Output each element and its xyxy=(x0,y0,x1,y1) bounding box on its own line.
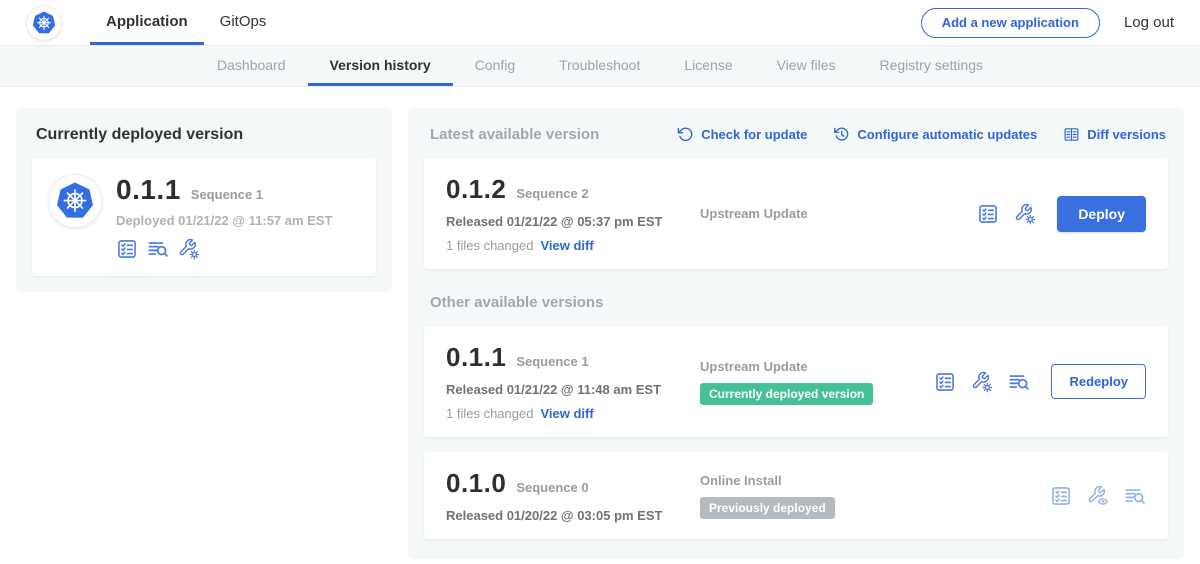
app-subnav: Dashboard Version history Config Trouble… xyxy=(0,46,1200,87)
subnav-registry-settings[interactable]: Registry settings xyxy=(858,46,1005,86)
subnav-dashboard[interactable]: Dashboard xyxy=(195,46,308,86)
kubernetes-logo-icon xyxy=(26,5,62,41)
view-diff-link[interactable]: View diff xyxy=(540,238,593,253)
released-timestamp: Released 01/21/22 @ 11:48 am EST xyxy=(446,382,678,397)
view-config-icon[interactable] xyxy=(1087,485,1109,507)
view-logs-icon[interactable] xyxy=(1008,371,1030,393)
currently-deployed-title: Currently deployed version xyxy=(36,126,376,144)
version-number: 0.1.1 xyxy=(446,342,506,373)
released-timestamp: Released 01/21/22 @ 05:37 pm EST xyxy=(446,214,678,229)
sequence-label: Sequence 0 xyxy=(516,480,588,495)
edit-config-icon[interactable] xyxy=(971,371,993,393)
version-source-label: Online Install xyxy=(700,473,1050,488)
subnav-config[interactable]: Config xyxy=(453,46,537,86)
version-number: 0.1.0 xyxy=(446,468,506,499)
version-history-panel: Latest available version Check for updat… xyxy=(408,108,1184,559)
header-tabs: Application GitOps xyxy=(90,0,282,45)
version-source-label: Upstream Update xyxy=(700,359,934,374)
currently-deployed-panel: Currently deployed version 0.1.1 Sequenc… xyxy=(16,108,392,292)
clock-refresh-icon xyxy=(833,126,850,143)
view-logs-icon[interactable] xyxy=(147,238,169,260)
tab-application[interactable]: Application xyxy=(90,0,204,45)
preflight-checklist-icon[interactable] xyxy=(116,238,138,260)
app-logo xyxy=(26,0,62,45)
preflight-checklist-icon[interactable] xyxy=(1050,485,1072,507)
version-row-0-1-1: 0.1.1 Sequence 1 Released 01/21/22 @ 11:… xyxy=(424,326,1168,437)
deployed-version-card: 0.1.1 Sequence 1 Deployed 01/21/22 @ 11:… xyxy=(32,158,376,276)
version-source-label: Upstream Update xyxy=(700,206,977,221)
version-number: 0.1.2 xyxy=(446,174,506,205)
other-available-heading: Other available versions xyxy=(430,294,1168,311)
top-header: Application GitOps Add a new application… xyxy=(0,0,1200,46)
tab-gitops[interactable]: GitOps xyxy=(204,0,283,45)
version-row-0-1-0: 0.1.0 Sequence 0 Released 01/20/22 @ 03:… xyxy=(424,452,1168,539)
deploy-button[interactable]: Deploy xyxy=(1057,196,1146,232)
files-changed-label: 1 files changed xyxy=(446,238,533,253)
previously-deployed-badge: Previously deployed xyxy=(700,497,835,519)
refresh-icon xyxy=(677,126,694,143)
edit-config-icon[interactable] xyxy=(1014,203,1036,225)
check-for-update-link[interactable]: Check for update xyxy=(677,126,807,143)
diff-versions-link[interactable]: Diff versions xyxy=(1063,126,1166,143)
redeploy-button[interactable]: Redeploy xyxy=(1051,364,1146,399)
subnav-version-history[interactable]: Version history xyxy=(308,46,453,86)
version-row-0-1-2: 0.1.2 Sequence 2 Released 01/21/22 @ 05:… xyxy=(424,158,1168,269)
logout-button[interactable]: Log out xyxy=(1124,14,1174,31)
configure-automatic-updates-link[interactable]: Configure automatic updates xyxy=(833,126,1037,143)
subnav-view-files[interactable]: View files xyxy=(755,46,858,86)
preflight-checklist-icon[interactable] xyxy=(934,371,956,393)
released-timestamp: Released 01/20/22 @ 03:05 pm EST xyxy=(446,508,678,523)
sequence-label: Sequence 1 xyxy=(516,354,588,369)
view-diff-link[interactable]: View diff xyxy=(540,406,593,421)
sequence-label: Sequence 2 xyxy=(516,186,588,201)
subnav-license[interactable]: License xyxy=(662,46,754,86)
latest-available-heading: Latest available version xyxy=(430,126,599,143)
deployed-version-number: 0.1.1 xyxy=(116,174,181,206)
view-logs-icon[interactable] xyxy=(1124,485,1146,507)
deployed-sequence-label: Sequence 1 xyxy=(191,187,263,202)
diff-table-icon xyxy=(1063,126,1080,143)
deployed-timestamp: Deployed 01/21/22 @ 11:57 am EST xyxy=(116,213,332,228)
currently-deployed-badge: Currently deployed version xyxy=(700,383,873,405)
preflight-checklist-icon[interactable] xyxy=(977,203,999,225)
edit-config-icon[interactable] xyxy=(178,238,200,260)
kubernetes-app-icon xyxy=(48,174,102,228)
files-changed-label: 1 files changed xyxy=(446,406,533,421)
add-new-application-button[interactable]: Add a new application xyxy=(921,8,1100,38)
subnav-troubleshoot[interactable]: Troubleshoot xyxy=(537,46,662,86)
